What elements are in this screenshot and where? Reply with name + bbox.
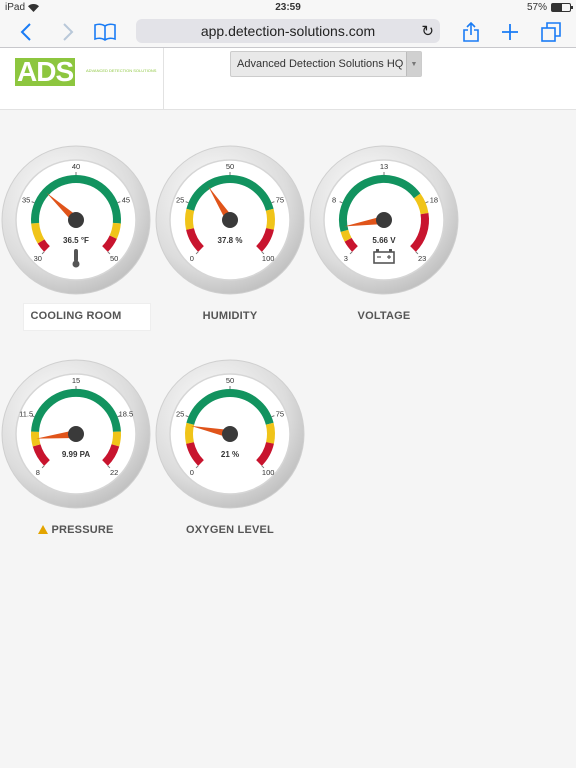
warning-icon [38,525,49,534]
share-icon [463,22,479,42]
gauge-label: VOLTAGE [308,310,460,322]
tabs-icon [541,22,561,42]
gauge-hub [222,426,238,442]
url-text: app.detection-solutions.com [200,23,376,39]
gauge-label: COOLING ROOM [0,310,152,322]
logo-area[interactable]: ADS ADVANCED DETECTION SOLUTIONS [0,48,164,110]
battery-percent: 57% [526,2,547,13]
gauge-dial: 0 25 50 75 100 37.8 % [155,145,305,295]
chevron-left-icon [20,23,31,41]
gauge-zone-yellow [185,422,195,444]
gauge-readout: 5.66 V [372,236,396,245]
browser-toolbar: app.detection-solutions.com ↻ [0,16,576,48]
gauge-hub [68,212,84,228]
gauge-tick-label: 25 [176,409,184,418]
battery-icon [551,3,573,12]
ads-logo: ADS [15,56,76,88]
gauge-tick-label: 15 [72,376,80,385]
forward-button[interactable] [58,20,78,44]
gauge-tick-label: 22 [110,468,118,477]
gauge-label-text: VOLTAGE [357,310,411,322]
tabs-button[interactable] [540,20,562,44]
plus-icon [502,24,518,40]
address-bar[interactable]: app.detection-solutions.com ↻ [136,19,440,43]
site-selector-value: Advanced Detection Solutions HQ [237,58,404,70]
gauge-zone-yellow [185,208,195,230]
gauge-hub [222,212,238,228]
gauge-tick-label: 35 [22,195,30,204]
gauge-readout: 36.5 °F [63,236,89,245]
gauge-pressure[interactable]: 8 11.5 15 18.5 22 9.99 PA [0,358,152,510]
gauge-tick-label: 18 [430,195,438,204]
gauge-dial: 0 25 50 75 100 21 % [155,359,305,509]
gauge-dial: 30 35 40 45 50 36.5 °F [1,145,151,295]
gauge-humidity[interactable]: 0 25 50 75 100 37.8 % [154,144,306,296]
gauge-tick-label: 75 [276,195,284,204]
gauge-readout: 37.8 % [218,236,243,245]
new-tab-button[interactable] [500,20,520,44]
gauge-tick-label: 25 [176,195,184,204]
status-time: 23:59 [275,2,301,13]
gauge-zone-yellow [111,431,121,447]
gauge-tick-label: 0 [190,468,194,477]
gauge-tick-label: 45 [122,195,130,204]
back-button[interactable] [16,20,36,44]
gauge-voltage[interactable]: 3 8 13 18 23 5.66 V [308,144,460,296]
gauge-tick-label: 23 [418,254,426,263]
gauge-tick-label: 3 [344,254,348,263]
gauge-hub [376,212,392,228]
gauge-tick-label: 100 [262,468,275,477]
gauge-label-text: COOLING ROOM [30,310,122,322]
gauge-hub [68,426,84,442]
chevron-down-icon: ▼ [406,52,421,76]
gauge-zone-red [37,239,50,252]
gauge-tick-label: 13 [380,162,388,171]
logo-text: ADS [15,56,76,87]
status-right: 57% [526,2,573,13]
gauge-label-text: HUMIDITY [202,310,258,322]
gauge-label: OXYGEN LEVEL [154,524,306,536]
bookmarks-button[interactable] [92,20,118,44]
gauge-zone-yellow [265,422,275,444]
gauge-tick-label: 50 [226,376,234,385]
gauge-tick-label: 0 [190,254,194,263]
gauge-zone-yellow [31,431,41,447]
gauge-readout: 9.99 PA [62,450,91,459]
chevron-right-icon [63,23,74,41]
share-button[interactable] [460,20,482,44]
gauge-tick-label: 100 [262,254,275,263]
book-icon [94,23,116,41]
gauge-zone-yellow [340,229,352,242]
gauge-zone-yellow [265,208,275,230]
gauge-tick-label: 30 [34,254,42,263]
gauge-cooling-room[interactable]: 30 35 40 45 50 36.5 °F [0,144,152,296]
reload-icon[interactable]: ↻ [421,22,434,40]
gauge-tick-label: 50 [110,254,118,263]
gauge-readout: 21 % [221,450,239,459]
site-selector[interactable]: Advanced Detection Solutions HQ ▼ [230,51,422,77]
gauge-tick-label: 18.5 [119,409,134,418]
gauge-tick-label: 75 [276,409,284,418]
gauge-tick-label: 8 [332,195,336,204]
gauge-oxygen-level[interactable]: 0 25 50 75 100 21 % [154,358,306,510]
logo-tagline: ADVANCED DETECTION SOLUTIONS [86,68,157,73]
gauge-dial: 3 8 13 18 23 5.66 V [309,145,459,295]
gauge-tick-label: 50 [226,162,234,171]
gauge-label: PRESSURE [0,524,152,536]
gauge-label-text: PRESSURE [51,524,114,536]
gauge-tick-label: 40 [72,162,80,171]
gauge-tick-label: 8 [36,468,40,477]
battery-level [552,4,563,11]
app-header: ADS ADVANCED DETECTION SOLUTIONS Advance… [0,48,576,110]
gauge-label-text: OXYGEN LEVEL [186,524,274,536]
gauge-zone-yellow [109,222,121,239]
gauge-tick-label: 11.5 [19,409,33,418]
status-bar: iPad 23:59 57% [0,0,576,16]
gauge-label: HUMIDITY [154,310,306,322]
gauge-dial: 8 11.5 15 18.5 22 9.99 PA [1,359,151,509]
